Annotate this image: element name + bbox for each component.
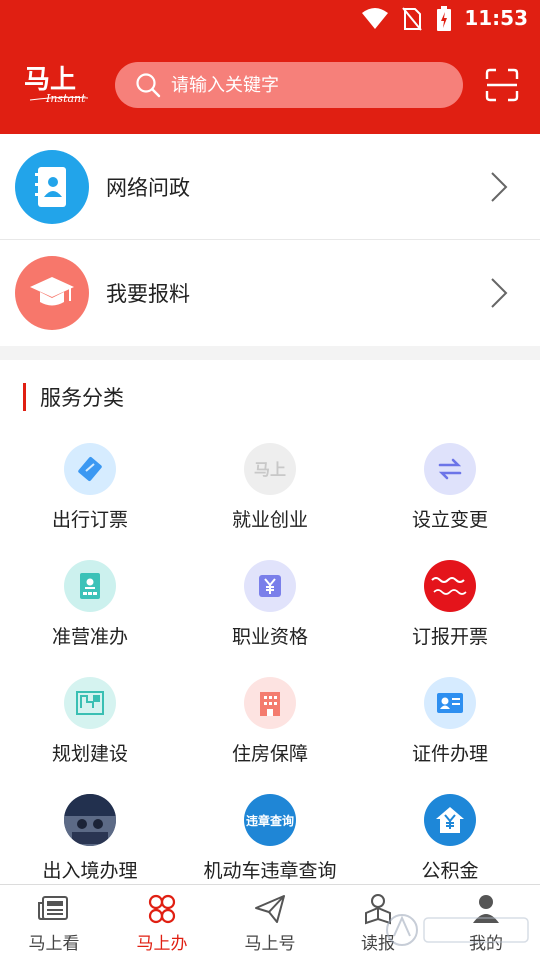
service-label: 出行订票 (51, 509, 128, 531)
wifi-icon (362, 8, 388, 29)
service-label: 规划建设 (51, 743, 128, 765)
search-input[interactable] (171, 74, 431, 96)
section-separator (0, 346, 540, 360)
building-icon (244, 677, 296, 729)
four-petal-icon (148, 894, 176, 924)
chevron-right-icon (491, 278, 508, 308)
service-item-planning[interactable]: 规划建设 (0, 677, 180, 787)
newspaper-icon (38, 896, 68, 920)
service-label: 就业创业 (231, 509, 308, 531)
service-item-travel-ticket[interactable]: 出行订票 (0, 443, 180, 553)
status-time: 11:53 (464, 6, 528, 30)
logo-subtext: Instant (45, 92, 86, 105)
photo-thumbnail-icon (64, 794, 116, 846)
status-icons (362, 6, 452, 32)
graduation-cap-icon (15, 256, 89, 330)
service-label: 证件办理 (411, 743, 488, 765)
status-bar: 11:53 (0, 0, 540, 38)
nav-item-mashang-ban[interactable]: 马上办 (108, 885, 216, 960)
service-label: 公积金 (421, 860, 479, 882)
app-header: 11:53 马上 Instant (0, 0, 540, 134)
search-bar[interactable] (115, 62, 463, 108)
service-item-business-permit[interactable]: 准营准办 (0, 560, 180, 670)
service-label: 职业资格 (231, 626, 308, 648)
feature-label: 网络问政 (106, 176, 190, 200)
service-label: 设立变更 (411, 509, 488, 531)
house-fund-icon (424, 794, 476, 846)
id-card-icon (64, 560, 116, 612)
nav-label: 马上看 (28, 934, 80, 954)
service-item-certificates[interactable]: 证件办理 (360, 677, 540, 787)
scan-icon[interactable] (485, 68, 519, 102)
contacts-book-icon (15, 150, 89, 224)
service-label: 订报开票 (411, 626, 488, 648)
ticket-icon (64, 443, 116, 495)
chevron-right-icon (491, 172, 508, 202)
service-label: 准营准办 (51, 626, 128, 648)
logo-text: 马上 (24, 65, 76, 95)
nav-item-mashang-hao[interactable]: 马上号 (216, 885, 324, 960)
feature-row-report[interactable]: 我要报料 (0, 240, 540, 346)
paper-plane-icon (255, 895, 285, 923)
feature-label: 我要报料 (106, 282, 190, 306)
service-item-setup-change[interactable]: 设立变更 (360, 443, 540, 553)
mashang-logo-text: 马上 (254, 460, 286, 479)
license-card-icon (424, 677, 476, 729)
app-logo[interactable]: 马上 Instant (20, 60, 92, 108)
violation-query-icon: 违章查询 (244, 794, 296, 846)
violation-query-icon-text: 违章查询 (246, 813, 294, 828)
mashang-logo-icon: 马上 (244, 443, 296, 495)
battery-charging-icon (437, 6, 451, 31)
service-item-housing[interactable]: 住房保障 (180, 677, 360, 787)
section-title-bar (23, 383, 26, 411)
swap-arrows-icon (424, 443, 476, 495)
no-sim-icon (402, 7, 422, 31)
feature-row-inquiry[interactable]: 网络问政 (0, 134, 540, 240)
yuan-badge-icon (244, 560, 296, 612)
watermark-logo (386, 914, 529, 946)
section-title: 服务分类 (23, 382, 124, 412)
service-label: 机动车违章查询 (203, 860, 337, 882)
service-item-employment[interactable]: 马上 就业创业 (180, 443, 360, 553)
service-item-qualification[interactable]: 职业资格 (180, 560, 360, 670)
nav-label: 马上号 (244, 934, 296, 954)
section-title-text: 服务分类 (40, 386, 124, 410)
blueprint-icon (64, 677, 116, 729)
nav-label: 马上办 (136, 934, 188, 954)
newspaper-seal-icon (424, 560, 476, 612)
search-icon (136, 73, 161, 98)
service-label: 出入境办理 (42, 860, 138, 882)
nav-item-mashang-kan[interactable]: 马上看 (0, 885, 108, 960)
service-label: 住房保障 (231, 743, 308, 765)
service-item-newspaper-invoice[interactable]: 订报开票 (360, 560, 540, 670)
